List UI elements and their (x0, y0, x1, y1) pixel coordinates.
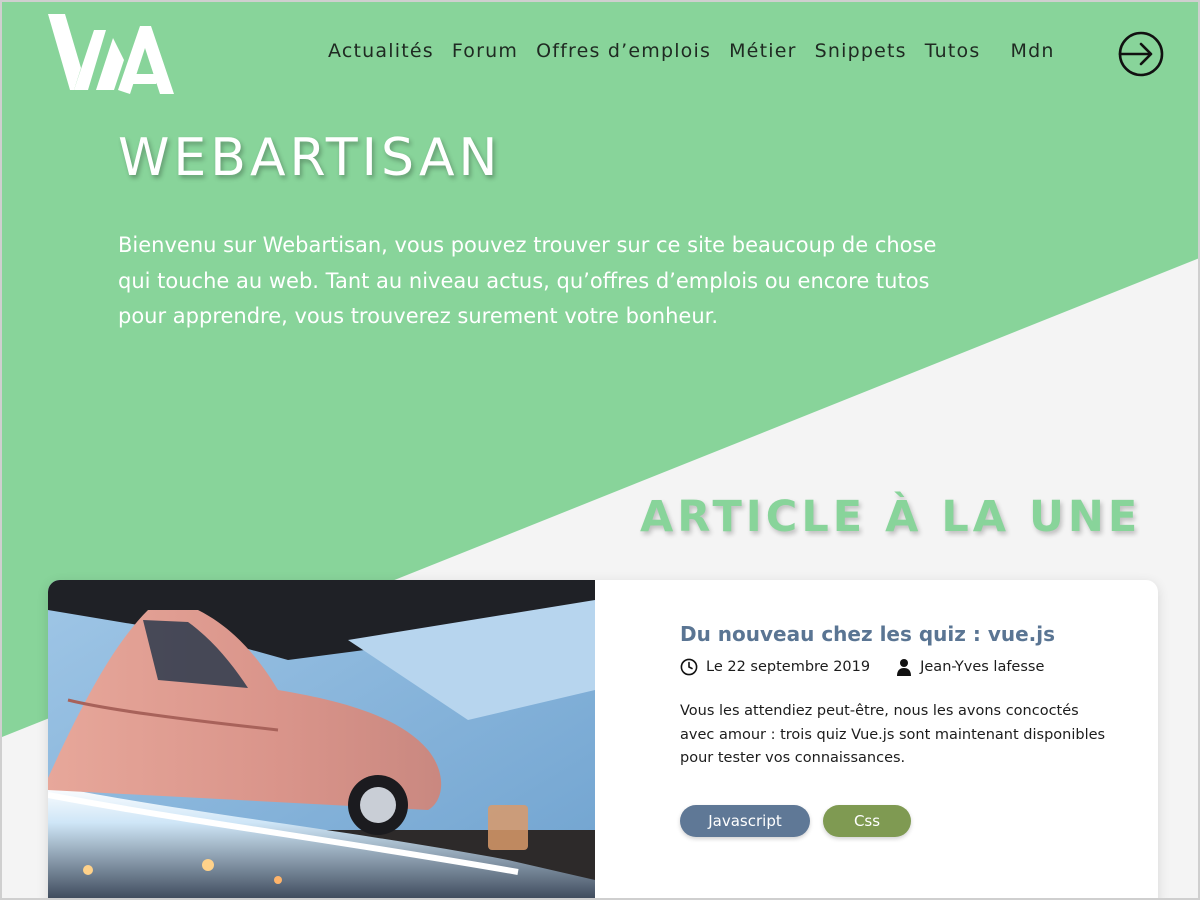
nav-forum[interactable]: Forum (452, 40, 518, 62)
featured-section-title: ARTICLE À LA UNE (640, 492, 1142, 542)
site-logo[interactable] (48, 10, 178, 100)
clock-icon (680, 658, 698, 676)
article-excerpt: Vous les attendiez peut-être, nous les a… (680, 703, 1106, 766)
nav-offres-emplois[interactable]: Offres d’emplois (536, 40, 711, 62)
article-author-text: Jean-Yves lafesse (920, 659, 1045, 675)
article-content: Du nouveau chez les quiz : vue.js Le 22 … (680, 622, 1120, 837)
article-date-text: Le 22 septembre 2019 (706, 659, 871, 675)
article-meta: Le 22 septembre 2019 Jean-Yves lafesse (680, 658, 1120, 676)
tag-css[interactable]: Css (823, 804, 911, 837)
nav-tutos[interactable]: Tutos (925, 40, 981, 62)
page: Actualités Forum Offres d’emplois Métier… (0, 0, 1200, 900)
main-nav: Actualités Forum Offres d’emplois Métier… (328, 40, 1073, 62)
article-date: Le 22 septembre 2019 (680, 658, 870, 676)
site-title: WEBARTISAN (118, 128, 502, 188)
article-title[interactable]: Du nouveau chez les quiz : vue.js (680, 622, 1120, 646)
user-icon (897, 659, 912, 676)
login-icon[interactable] (1117, 30, 1165, 78)
article-author: Jean-Yves lafesse (896, 658, 1044, 676)
article-tags: Javascript Css (680, 804, 1120, 837)
intro-text: Bienvenu sur Webartisan, vous pouvez tro… (118, 233, 937, 328)
featured-article-card[interactable]: Du nouveau chez les quiz : vue.js Le 22 … (48, 580, 1158, 900)
nav-snippets[interactable]: Snippets (815, 40, 907, 62)
nav-mdn[interactable]: Mdn (1011, 40, 1055, 62)
tag-javascript[interactable]: Javascript (680, 804, 810, 837)
nav-metier[interactable]: Métier (729, 40, 797, 62)
nav-actualites[interactable]: Actualités (328, 40, 434, 62)
vintage-car-photo[interactable] (48, 580, 595, 900)
